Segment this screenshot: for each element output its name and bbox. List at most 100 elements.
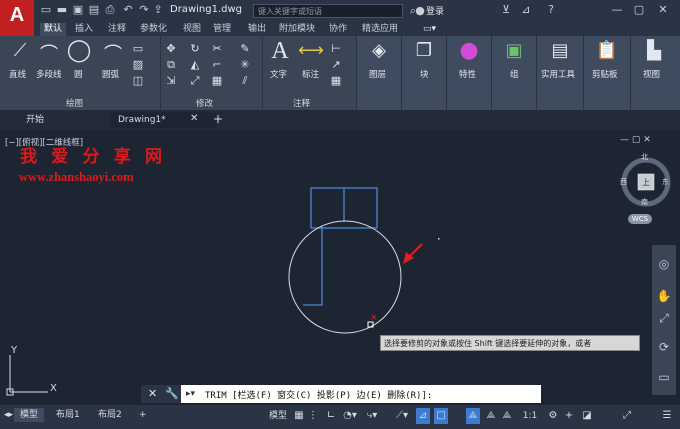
open-folder-icon[interactable]: ▬ <box>56 4 68 16</box>
settings-gear-icon[interactable]: ⚙ <box>546 408 560 424</box>
minimize-button[interactable]: — <box>610 3 624 17</box>
search-input[interactable]: 键入关键字或短语 <box>253 4 403 18</box>
tab-default[interactable]: 默认 <box>40 23 67 36</box>
customize-menu-icon[interactable]: ☰ <box>660 408 674 424</box>
close-command-icon[interactable]: ✕ <box>148 387 157 400</box>
modify-panel-title[interactable]: 修改 <box>196 97 213 109</box>
erase-icon[interactable]: ✎ <box>239 42 251 55</box>
showmotion-icon[interactable]: ▭ <box>652 370 676 384</box>
maximize-button[interactable]: ▢ <box>632 3 646 17</box>
table-icon[interactable]: ▦ <box>330 74 342 87</box>
help-icon[interactable]: ? <box>545 4 557 16</box>
offset-icon[interactable]: ⫽ <box>239 74 251 88</box>
ortho-icon[interactable]: ∟ <box>324 408 338 424</box>
array-icon[interactable]: ▦ <box>211 74 223 87</box>
user-icon[interactable]: ● <box>414 5 426 17</box>
application-menu-button[interactable]: A <box>0 0 34 36</box>
steering-wheel-icon[interactable]: ◎ <box>652 257 676 271</box>
object-snap-icon[interactable]: ⊿ <box>416 408 430 424</box>
add-icon[interactable]: + <box>562 408 576 424</box>
boundary-icon[interactable]: ◫ <box>132 74 144 87</box>
share-icon[interactable]: ⇪ <box>152 4 164 16</box>
tab-collaborate[interactable]: 协作 <box>329 23 347 36</box>
line-icon[interactable]: ⟋ <box>8 40 32 61</box>
print-icon[interactable]: ⎙ <box>104 4 116 16</box>
share-dropdown-icon[interactable]: ⊿ <box>520 4 532 16</box>
annotation-scale-icon[interactable]: ⟁ <box>500 408 514 424</box>
auto-scale-icon[interactable]: ⟁ <box>484 408 498 424</box>
snap-icon[interactable]: ⋮ <box>306 408 320 424</box>
arc-button[interactable]: 圆弧 <box>102 68 119 80</box>
save-icon[interactable]: ▣ <box>72 4 84 16</box>
tab-featured-apps[interactable]: 精选应用 <box>362 23 398 36</box>
zoom-extents-icon[interactable]: ⤢ <box>652 311 676 326</box>
layout-tab-arrows[interactable]: ◂▸ <box>4 410 13 420</box>
save-as-icon[interactable]: ▤ <box>88 4 100 16</box>
text-button[interactable]: 文字 <box>270 68 287 80</box>
polar-icon[interactable]: ◔▾ <box>340 408 360 424</box>
tab-manage[interactable]: 管理 <box>213 23 231 36</box>
tab-addins[interactable]: 附加模块 <box>279 23 315 36</box>
explode-icon[interactable]: ✳ <box>239 58 251 71</box>
move-icon[interactable]: ✥ <box>165 42 177 55</box>
add-layout-icon[interactable]: + <box>133 408 153 422</box>
login-button[interactable]: 登录 <box>426 4 444 17</box>
pan-hand-icon[interactable]: ✋ <box>652 289 676 303</box>
customize-icon[interactable]: 🔧 <box>165 387 179 400</box>
rectangle-icon[interactable]: ▭ <box>132 42 144 55</box>
new-tab-icon[interactable]: + <box>213 112 223 126</box>
mirror-icon[interactable]: ◭ <box>189 58 201 71</box>
hatch-icon[interactable]: ▨ <box>132 58 144 71</box>
cart-icon[interactable]: ⊻ <box>500 4 512 16</box>
undo-icon[interactable]: ↶ <box>122 4 134 16</box>
viewcube-north[interactable]: 北 <box>641 152 648 162</box>
tab-start[interactable]: 开始 <box>18 112 52 128</box>
tab-view[interactable]: 视图 <box>183 23 201 36</box>
redo-icon[interactable]: ↷ <box>138 4 150 16</box>
tab-parametric[interactable]: 参数化 <box>140 23 167 36</box>
close-button[interactable]: ✕ <box>656 3 670 17</box>
new-file-icon[interactable]: ▭ <box>40 4 52 16</box>
tab-layout1[interactable]: 布局1 <box>50 408 86 422</box>
polyline-button[interactable]: 多段线 <box>36 68 62 80</box>
annotation-scale-select[interactable]: 1:1 <box>518 408 542 424</box>
wcs-menu[interactable]: WCS <box>628 214 652 224</box>
linear-dim-icon[interactable]: ⊢ <box>330 42 342 55</box>
lineweight-icon[interactable]: □ <box>434 408 448 424</box>
isolate-icon[interactable]: ◪ <box>580 408 594 424</box>
fullscreen-icon[interactable]: ⤢ <box>620 408 634 424</box>
isodraft-icon[interactable]: ⤷▾ <box>362 408 382 424</box>
close-tab-icon[interactable]: ✕ <box>190 113 198 124</box>
grid-icon[interactable]: ▦ <box>292 408 306 424</box>
dimension-icon[interactable]: ⟷ <box>298 40 324 61</box>
annotation-panel-title[interactable]: 注释 <box>293 97 310 109</box>
fillet-icon[interactable]: ⌐ <box>211 58 223 71</box>
text-icon[interactable]: A <box>268 38 292 65</box>
tab-output[interactable]: 输出 <box>248 23 266 36</box>
viewcube-south[interactable]: 南 <box>641 197 648 207</box>
rotate-icon[interactable]: ↻ <box>189 42 201 55</box>
line-button[interactable]: 直线 <box>9 68 26 80</box>
viewcube-east[interactable]: 东 <box>662 177 669 187</box>
trim-icon[interactable]: ✂ <box>211 42 223 55</box>
annotation-visibility-icon[interactable]: ⟁ <box>466 408 480 424</box>
recent-commands-icon[interactable]: ▸▾ <box>186 389 195 399</box>
tab-insert[interactable]: 插入 <box>75 23 93 36</box>
stretch-icon[interactable]: ⇲ <box>165 74 177 87</box>
arc-icon[interactable]: ⌒ <box>100 40 126 66</box>
leader-icon[interactable]: ↗ <box>330 58 342 71</box>
tab-drawing1[interactable]: Drawing1* <box>110 112 216 128</box>
scale-icon[interactable]: ⤢ <box>189 74 201 88</box>
ribbon-toggle-icon[interactable]: ▭▾ <box>423 23 436 36</box>
polyline-icon[interactable]: ⌒ <box>36 40 62 66</box>
copy-icon[interactable]: ⧉ <box>165 58 177 72</box>
osnap-tracking-icon[interactable]: ⟋▾ <box>392 408 412 424</box>
tab-annotate[interactable]: 注释 <box>108 23 126 36</box>
circle-button[interactable]: 圆 <box>74 68 83 80</box>
viewcube-top[interactable]: 上 <box>642 177 650 188</box>
model-space-toggle[interactable]: 模型 <box>266 408 290 424</box>
orbit-icon[interactable]: ⟳ <box>652 340 676 354</box>
tab-layout2[interactable]: 布局2 <box>92 408 128 422</box>
draw-panel-title[interactable]: 绘图 <box>66 97 83 109</box>
circle-icon[interactable]: ◯ <box>66 38 92 63</box>
